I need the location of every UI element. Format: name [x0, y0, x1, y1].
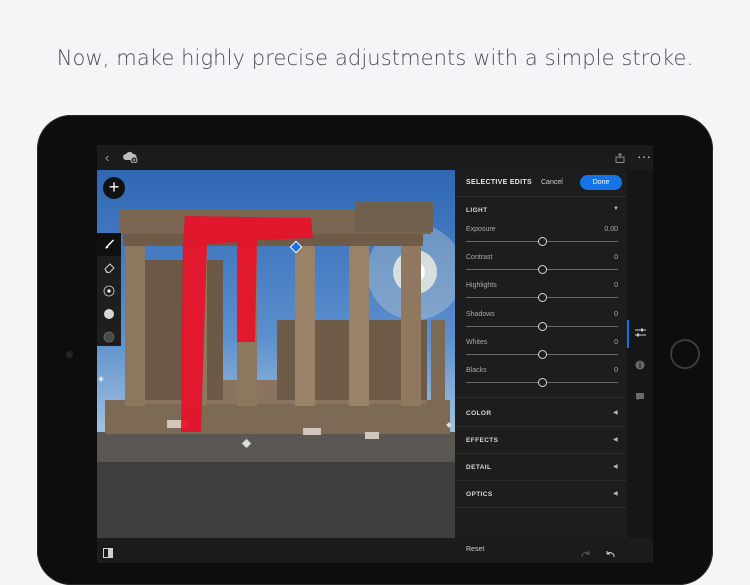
cancel-button[interactable]: Cancel: [541, 179, 563, 186]
slider-label: Whites: [466, 338, 488, 346]
divider: [455, 426, 627, 427]
slider-value: 0.00: [604, 226, 618, 233]
divider: [455, 480, 627, 481]
share-icon[interactable]: [615, 145, 625, 173]
slider-value: 0: [614, 367, 618, 374]
redo-icon[interactable]: [580, 546, 591, 563]
add-mask-button[interactable]: +: [103, 177, 125, 199]
flow-icon[interactable]: [97, 325, 121, 348]
eraser-icon[interactable]: [97, 256, 121, 279]
slider-knob[interactable]: [537, 265, 547, 275]
headline: Now, make highly precise adjustments wit…: [56, 46, 694, 70]
cloud-sync-icon[interactable]: [122, 145, 138, 173]
bottom-toolbar: Reset: [97, 538, 653, 563]
photo-canvas[interactable]: +: [97, 170, 455, 538]
feather-icon[interactable]: [97, 302, 121, 325]
slider-value: 0: [614, 310, 618, 318]
section-detail[interactable]: DETAIL: [466, 464, 491, 471]
chevron-left-icon[interactable]: ◀: [613, 490, 618, 497]
compare-icon[interactable]: [103, 545, 113, 563]
slider-label: Highlights: [466, 282, 497, 290]
chevron-left-icon[interactable]: ◀: [613, 436, 618, 443]
slider-knob[interactable]: [537, 378, 547, 387]
comment-icon[interactable]: [627, 392, 653, 405]
section-color[interactable]: COLOR: [466, 410, 491, 417]
side-panel-tabs: [627, 170, 653, 538]
more-icon[interactable]: ···: [637, 145, 651, 167]
done-button[interactable]: Done: [580, 175, 622, 190]
slider-label: Exposure: [466, 226, 496, 233]
slider-value: 0: [614, 254, 618, 262]
mask-tool-rail: [97, 233, 121, 346]
section-light[interactable]: LIGHT: [466, 207, 488, 214]
sliders-icon[interactable]: [627, 328, 653, 340]
top-toolbar: ‹ ···: [97, 145, 653, 170]
divider: [455, 453, 627, 454]
reset-button[interactable]: Reset: [466, 546, 484, 553]
slider-value: 0: [614, 338, 618, 346]
brush-icon[interactable]: [97, 233, 121, 256]
brush-size-icon[interactable]: [97, 279, 121, 302]
chevron-left-icon[interactable]: ◀: [613, 463, 618, 470]
slider-knob[interactable]: [537, 349, 547, 359]
selective-edits-panel: SELECTIVE EDITS Cancel Done LIGHT ▼ Expo…: [455, 170, 627, 538]
divider: [455, 397, 627, 398]
slider-label: Blacks: [466, 367, 487, 374]
panel-title: SELECTIVE EDITS: [466, 179, 532, 186]
slider-value: 0: [614, 282, 618, 290]
chevron-left-icon[interactable]: ‹: [105, 145, 109, 170]
section-optics[interactable]: OPTICS: [466, 491, 493, 498]
app-screen: ‹ ··· + SELECTIVE EDITS Cancel Done LIGH…: [97, 145, 653, 563]
slider-label: Contrast: [466, 254, 493, 262]
home-button[interactable]: [670, 339, 700, 369]
slider-knob[interactable]: [537, 293, 547, 303]
section-effects[interactable]: EFFECTS: [466, 437, 498, 444]
slider-knob[interactable]: [537, 237, 547, 246]
slider-knob[interactable]: [537, 321, 547, 331]
camera-icon: [66, 351, 73, 358]
chevron-down-icon[interactable]: ▼: [613, 206, 619, 212]
info-icon[interactable]: [627, 360, 653, 373]
divider: [455, 196, 627, 197]
chevron-left-icon[interactable]: ◀: [613, 409, 618, 416]
undo-icon[interactable]: [605, 546, 616, 563]
slider-label: Shadows: [466, 310, 495, 318]
divider: [455, 507, 627, 508]
